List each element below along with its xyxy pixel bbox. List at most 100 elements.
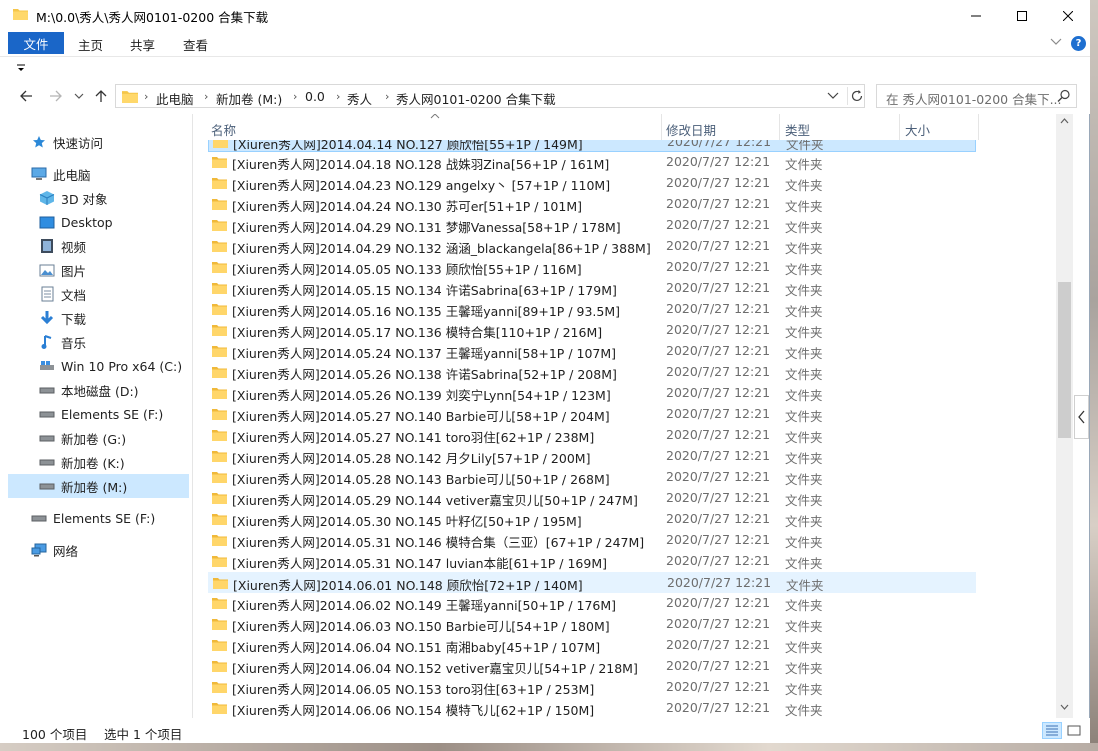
file-name[interactable]: [Xiuren秀人网]2014.05.26 NO.139 刘奕宁Lynn[54+…: [232, 385, 611, 404]
tab-view[interactable]: 查看: [183, 35, 208, 54]
sidebar-item-documents[interactable]: 文档: [38, 282, 189, 306]
file-row[interactable]: [Xiuren秀人网]2014.05.30 NO.145 叶籽亿[50+1P /…: [208, 509, 976, 530]
up-arrow-icon[interactable]: [93, 88, 109, 104]
tab-file[interactable]: 文件: [8, 32, 64, 54]
help-icon[interactable]: ?: [1071, 36, 1086, 51]
file-name[interactable]: [Xiuren秀人网]2014.04.29 NO.131 梦娜Vanessa[5…: [232, 217, 621, 236]
file-name[interactable]: [Xiuren秀人网]2014.05.27 NO.140 Barbie可儿[58…: [232, 406, 610, 425]
sidebar-item-drive-g[interactable]: 新加卷 (G:): [38, 426, 189, 450]
file-row[interactable]: [Xiuren秀人网]2014.06.04 NO.151 南湘baby[45+1…: [208, 635, 976, 656]
file-row[interactable]: [Xiuren秀人网]2014.05.26 NO.138 许诺Sabrina[5…: [208, 362, 976, 383]
preview-pane-toggle[interactable]: [1074, 395, 1089, 439]
chevron-right-icon[interactable]: ›: [204, 90, 208, 103]
file-name[interactable]: [Xiuren秀人网]2014.06.04 NO.151 南湘baby[45+1…: [232, 637, 600, 656]
file-row[interactable]: [Xiuren秀人网]2014.04.29 NO.132 涵涵_blackang…: [208, 236, 976, 257]
large-icons-view-button[interactable]: [1064, 722, 1084, 739]
file-name[interactable]: [Xiuren秀人网]2014.05.05 NO.133 顾欣怡[55+1P /…: [232, 259, 582, 278]
refresh-icon[interactable]: [850, 89, 864, 103]
column-type[interactable]: 类型: [785, 120, 810, 139]
file-name[interactable]: [Xiuren秀人网]2014.06.01 NO.148 顾欣怡[72+1P /…: [233, 575, 583, 594]
chevron-right-icon[interactable]: ›: [293, 90, 297, 103]
breadcrumb-drive-m[interactable]: 新加卷 (M:): [216, 89, 282, 108]
file-row[interactable]: [Xiuren秀人网]2014.06.03 NO.150 Barbie可儿[54…: [208, 614, 976, 635]
expand-ribbon-icon[interactable]: [1050, 37, 1062, 47]
close-button[interactable]: [1045, 0, 1091, 31]
tab-home[interactable]: 主页: [78, 35, 103, 54]
sidebar-item-drive-m[interactable]: 新加卷 (M:): [8, 474, 189, 498]
file-row[interactable]: [Xiuren秀人网]2014.05.27 NO.140 Barbie可儿[58…: [208, 404, 976, 425]
sidebar-item-drive-f[interactable]: Elements SE (F:): [38, 402, 189, 426]
file-name[interactable]: [Xiuren秀人网]2014.05.16 NO.135 王馨瑶yanni[89…: [232, 301, 620, 320]
file-name[interactable]: [Xiuren秀人网]2014.06.04 NO.152 vetiver嘉宝贝儿…: [232, 658, 638, 677]
sidebar-item-music[interactable]: 音乐: [38, 330, 189, 354]
breadcrumb-this-pc[interactable]: 此电脑: [156, 89, 194, 108]
file-row[interactable]: [Xiuren秀人网]2014.05.26 NO.139 刘奕宁Lynn[54+…: [208, 383, 976, 404]
sidebar-item-quick-access[interactable]: 快速访问: [30, 130, 189, 154]
file-row[interactable]: [Xiuren秀人网]2014.05.28 NO.143 Barbie可儿[50…: [208, 467, 976, 488]
sidebar-item-network[interactable]: 网络: [30, 538, 189, 562]
scroll-down-icon[interactable]: [1060, 704, 1069, 710]
recent-locations-icon[interactable]: [74, 93, 84, 101]
file-row[interactable]: [Xiuren秀人网]2014.06.06 NO.154 模特飞儿[62+1P …: [208, 698, 976, 718]
column-divider[interactable]: [978, 114, 979, 140]
file-row[interactable]: [Xiuren秀人网]2014.05.31 NO.146 模特合集（三亚）[67…: [208, 530, 976, 551]
chevron-right-icon[interactable]: ›: [144, 90, 148, 103]
file-name[interactable]: [Xiuren秀人网]2014.06.03 NO.150 Barbie可儿[54…: [232, 616, 610, 635]
file-row[interactable]: [Xiuren秀人网]2014.05.28 NO.142 月夕Lily[57+1…: [208, 446, 976, 467]
file-name[interactable]: [Xiuren秀人网]2014.05.29 NO.144 vetiver嘉宝贝儿…: [232, 490, 638, 509]
file-row[interactable]: [Xiuren秀人网]2014.05.17 NO.136 模特合集[110+1P…: [208, 320, 976, 341]
address-bar[interactable]: › 此电脑 › 新加卷 (M:) › 0.0 › 秀人 › 秀人网0101-02…: [115, 84, 865, 108]
file-name[interactable]: [Xiuren秀人网]2014.05.31 NO.147 luvian本能[61…: [232, 553, 607, 572]
file-row[interactable]: [Xiuren秀人网]2014.06.01 NO.148 顾欣怡[72+1P /…: [208, 572, 976, 593]
sidebar-item-downloads[interactable]: 下载: [38, 306, 189, 330]
sidebar-item-external-f[interactable]: Elements SE (F:): [30, 506, 189, 530]
file-row[interactable]: [Xiuren秀人网]2014.04.29 NO.131 梦娜Vanessa[5…: [208, 215, 976, 236]
back-arrow-icon[interactable]: [18, 88, 34, 104]
column-size[interactable]: 大小: [905, 120, 930, 139]
file-name[interactable]: [Xiuren秀人网]2014.06.06 NO.154 模特飞儿[62+1P …: [232, 700, 594, 718]
column-date[interactable]: 修改日期: [666, 120, 716, 139]
file-row[interactable]: [Xiuren秀人网]2014.04.24 NO.130 苏可er[51+1P …: [208, 194, 976, 215]
file-row[interactable]: [Xiuren秀人网]2014.04.23 NO.129 angelxy丶 [5…: [208, 173, 976, 194]
file-name[interactable]: [Xiuren秀人网]2014.05.30 NO.145 叶籽亿[50+1P /…: [232, 511, 582, 530]
file-row[interactable]: [Xiuren秀人网]2014.05.15 NO.134 许诺Sabrina[6…: [208, 278, 976, 299]
file-row[interactable]: [Xiuren秀人网]2014.05.31 NO.147 luvian本能[61…: [208, 551, 976, 572]
file-name[interactable]: [Xiuren秀人网]2014.05.15 NO.134 许诺Sabrina[6…: [232, 280, 617, 299]
customize-toolbar-icon[interactable]: [16, 63, 26, 73]
details-view-button[interactable]: [1042, 722, 1062, 739]
sidebar-item-pictures[interactable]: 图片: [38, 258, 189, 282]
column-divider[interactable]: [661, 114, 662, 140]
sidebar-item-videos[interactable]: 视频: [38, 234, 189, 258]
forward-arrow-icon[interactable]: [48, 88, 64, 104]
search-placeholder[interactable]: 在 秀人网0101-0200 合集下...: [886, 89, 1062, 108]
file-row[interactable]: [Xiuren秀人网]2014.05.24 NO.137 王馨瑶yanni[58…: [208, 341, 976, 362]
sidebar-item-desktop[interactable]: Desktop: [38, 210, 189, 234]
vertical-scrollbar[interactable]: [1056, 114, 1073, 718]
search-box[interactable]: 在 秀人网0101-0200 合集下...: [876, 84, 1077, 108]
minimize-button[interactable]: [953, 0, 999, 31]
file-name[interactable]: [Xiuren秀人网]2014.05.26 NO.138 许诺Sabrina[5…: [232, 364, 617, 383]
sidebar-item-3d-objects[interactable]: 3D 对象: [38, 186, 189, 210]
maximize-button[interactable]: [999, 0, 1045, 31]
column-name[interactable]: 名称: [211, 120, 236, 139]
file-name[interactable]: [Xiuren秀人网]2014.06.05 NO.153 toro羽住[63+1…: [232, 679, 594, 698]
file-row[interactable]: [Xiuren秀人网]2014.04.18 NO.128 战姝羽Zina[56+…: [208, 152, 976, 173]
file-name[interactable]: [Xiuren秀人网]2014.05.17 NO.136 模特合集[110+1P…: [232, 322, 602, 341]
address-dropdown-icon[interactable]: [827, 91, 839, 101]
file-name[interactable]: [Xiuren秀人网]2014.06.02 NO.149 王馨瑶yanni[50…: [232, 595, 616, 614]
sidebar-item-drive-c[interactable]: Win 10 Pro x64 (C:): [38, 354, 189, 378]
file-row[interactable]: [Xiuren秀人网]2014.05.27 NO.141 toro羽住[62+1…: [208, 425, 976, 446]
file-row[interactable]: [Xiuren秀人网]2014.06.02 NO.149 王馨瑶yanni[50…: [208, 593, 976, 614]
search-icon[interactable]: [1057, 89, 1071, 103]
file-row[interactable]: [Xiuren秀人网]2014.06.04 NO.152 vetiver嘉宝贝儿…: [208, 656, 976, 677]
tab-share[interactable]: 共享: [130, 35, 155, 54]
file-name[interactable]: [Xiuren秀人网]2014.05.28 NO.143 Barbie可儿[50…: [232, 469, 610, 488]
chevron-right-icon[interactable]: ›: [385, 90, 389, 103]
file-name[interactable]: [Xiuren秀人网]2014.04.18 NO.128 战姝羽Zina[56+…: [232, 154, 609, 173]
file-row[interactable]: [Xiuren秀人网]2014.05.29 NO.144 vetiver嘉宝贝儿…: [208, 488, 976, 509]
breadcrumb-folder-xiuren[interactable]: 秀人: [347, 89, 372, 108]
file-name[interactable]: [Xiuren秀人网]2014.05.31 NO.146 模特合集（三亚）[67…: [232, 532, 644, 551]
breadcrumb-folder-00[interactable]: 0.0: [305, 89, 325, 104]
column-divider[interactable]: [779, 114, 780, 140]
scroll-up-icon[interactable]: [1060, 118, 1069, 124]
